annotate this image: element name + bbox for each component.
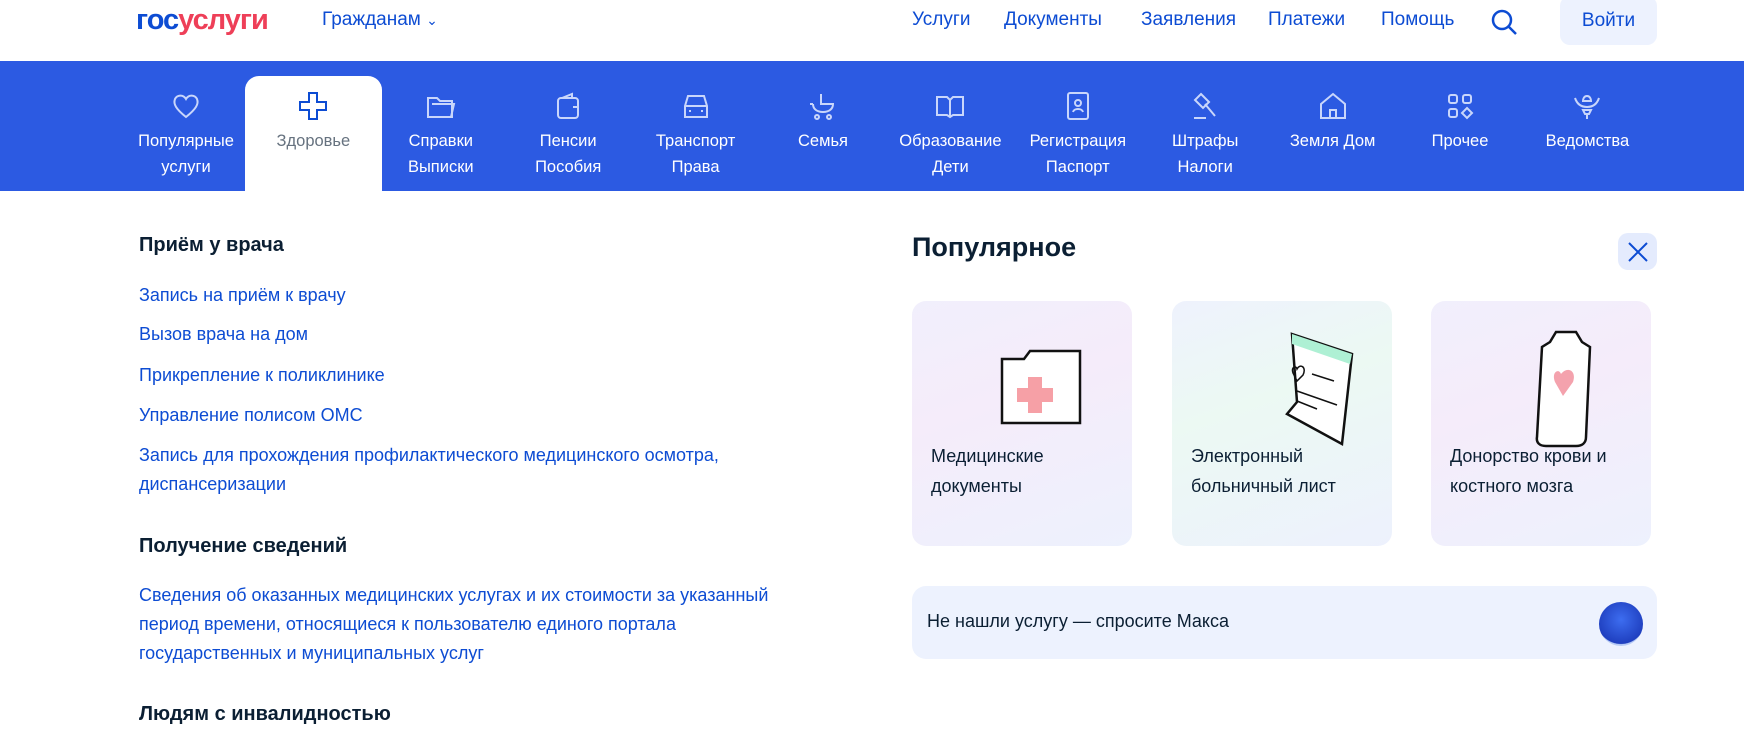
emblem-icon: [1574, 94, 1601, 119]
close-icon: [1627, 241, 1648, 262]
ask-max-banner[interactable]: Не нашли услугу — спросите Макса: [912, 586, 1657, 659]
top-header: госуслуги Гражданам ⌄ Услуги Документы З…: [0, 0, 1744, 61]
category-tab[interactable]: Образование Дети: [882, 76, 1019, 191]
service-link[interactable]: Прикрепление к поликлинике: [139, 361, 799, 390]
category-label: Транспорт: [655, 132, 736, 150]
category-label: Прочее: [1431, 132, 1489, 150]
medical-cross-icon: [299, 92, 328, 120]
close-button[interactable]: [1618, 233, 1657, 270]
document-heart-icon: [1285, 332, 1354, 446]
category-label: Ведомства: [1545, 132, 1630, 150]
category-label: Образование: [899, 132, 1002, 150]
category-tab[interactable]: Семья: [755, 76, 892, 191]
search-icon[interactable]: [1490, 8, 1518, 36]
category-label: Пособия: [535, 158, 602, 176]
service-link[interactable]: Запись для прохождения профилактического…: [139, 441, 799, 499]
category-tab[interactable]: Земля Дом: [1264, 76, 1401, 191]
section-title: Приём у врача: [139, 234, 284, 256]
login-button[interactable]: Войти: [1560, 0, 1657, 45]
folder-cross-icon: [1000, 349, 1082, 425]
category-label: Земля Дом: [1289, 132, 1376, 150]
category-label: Семья: [798, 132, 848, 150]
category-tab[interactable]: Популярные услуги: [118, 76, 255, 191]
wallet-icon: [557, 92, 580, 119]
audience-dropdown[interactable]: Гражданам ⌄: [322, 9, 438, 31]
nav-applications[interactable]: Заявления: [1141, 9, 1236, 31]
category-tab[interactable]: Регистрация Паспорт: [1009, 76, 1146, 191]
section-title: Получение сведений: [139, 535, 348, 557]
category-tab[interactable]: Штрафы Налоги: [1137, 76, 1274, 191]
section-title: Людям с инвалидностью: [139, 703, 391, 725]
popular-card-medical-documents[interactable]: Медицинские документы: [912, 301, 1132, 546]
book-icon: [936, 96, 965, 119]
category-label: Паспорт: [1045, 158, 1110, 176]
house-icon: [1319, 92, 1346, 119]
service-link[interactable]: Управление полисом ОМС: [139, 401, 799, 430]
category-tab[interactable]: Здоровье: [244, 76, 382, 191]
category-label: Штрафы: [1171, 132, 1239, 150]
popular-title: Популярное: [912, 232, 1077, 262]
chevron-down-icon: ⌄: [426, 12, 438, 28]
nav-services[interactable]: Услуги: [912, 9, 970, 31]
category-label: Дети: [932, 158, 969, 176]
nav-payments[interactable]: Платежи: [1268, 9, 1345, 31]
category-label: Справки: [408, 132, 473, 150]
category-label: услуги: [161, 158, 211, 176]
category-label: Права: [671, 158, 720, 176]
category-label: Налоги: [1177, 158, 1233, 176]
category-label: Здоровье: [276, 132, 351, 150]
nav-help[interactable]: Помощь: [1381, 9, 1454, 31]
heart-icon: [173, 94, 199, 119]
service-link[interactable]: Вызов врача на дом: [139, 320, 799, 349]
gavel-icon: [1193, 92, 1216, 119]
service-link[interactable]: Запись на приём к врачу: [139, 281, 799, 310]
gosuslugi-logo[interactable]: госуслуги: [136, 4, 269, 37]
service-link[interactable]: Сведения об оказанных медицинских услуга…: [139, 581, 799, 668]
nav-documents[interactable]: Документы: [1004, 9, 1102, 31]
category-label: Пенсии: [539, 132, 597, 150]
grid-icon: [1448, 94, 1474, 120]
popular-card-blood-donation[interactable]: Донорство крови и костного мозга: [1431, 301, 1651, 546]
car-icon: [683, 95, 708, 118]
category-label: Популярные: [138, 132, 234, 150]
category-tab[interactable]: Прочее: [1392, 76, 1529, 191]
category-tab[interactable]: Транспорт Права: [627, 76, 764, 191]
passport-icon: [1066, 92, 1089, 120]
max-assistant-avatar: [1599, 602, 1643, 646]
category-label: Выписки: [407, 158, 474, 176]
folder-icon: [426, 97, 456, 118]
category-tab[interactable]: Справки Выписки: [372, 76, 509, 191]
stroller-icon: [810, 94, 835, 120]
blood-bag-icon: [1535, 330, 1592, 448]
category-label: Регистрация: [1029, 132, 1127, 150]
category-tab[interactable]: Пенсии Пособия: [500, 76, 637, 191]
popular-card-sick-leave[interactable]: Электронный больничный лист: [1172, 301, 1392, 546]
category-tab[interactable]: Ведомства: [1519, 76, 1656, 191]
